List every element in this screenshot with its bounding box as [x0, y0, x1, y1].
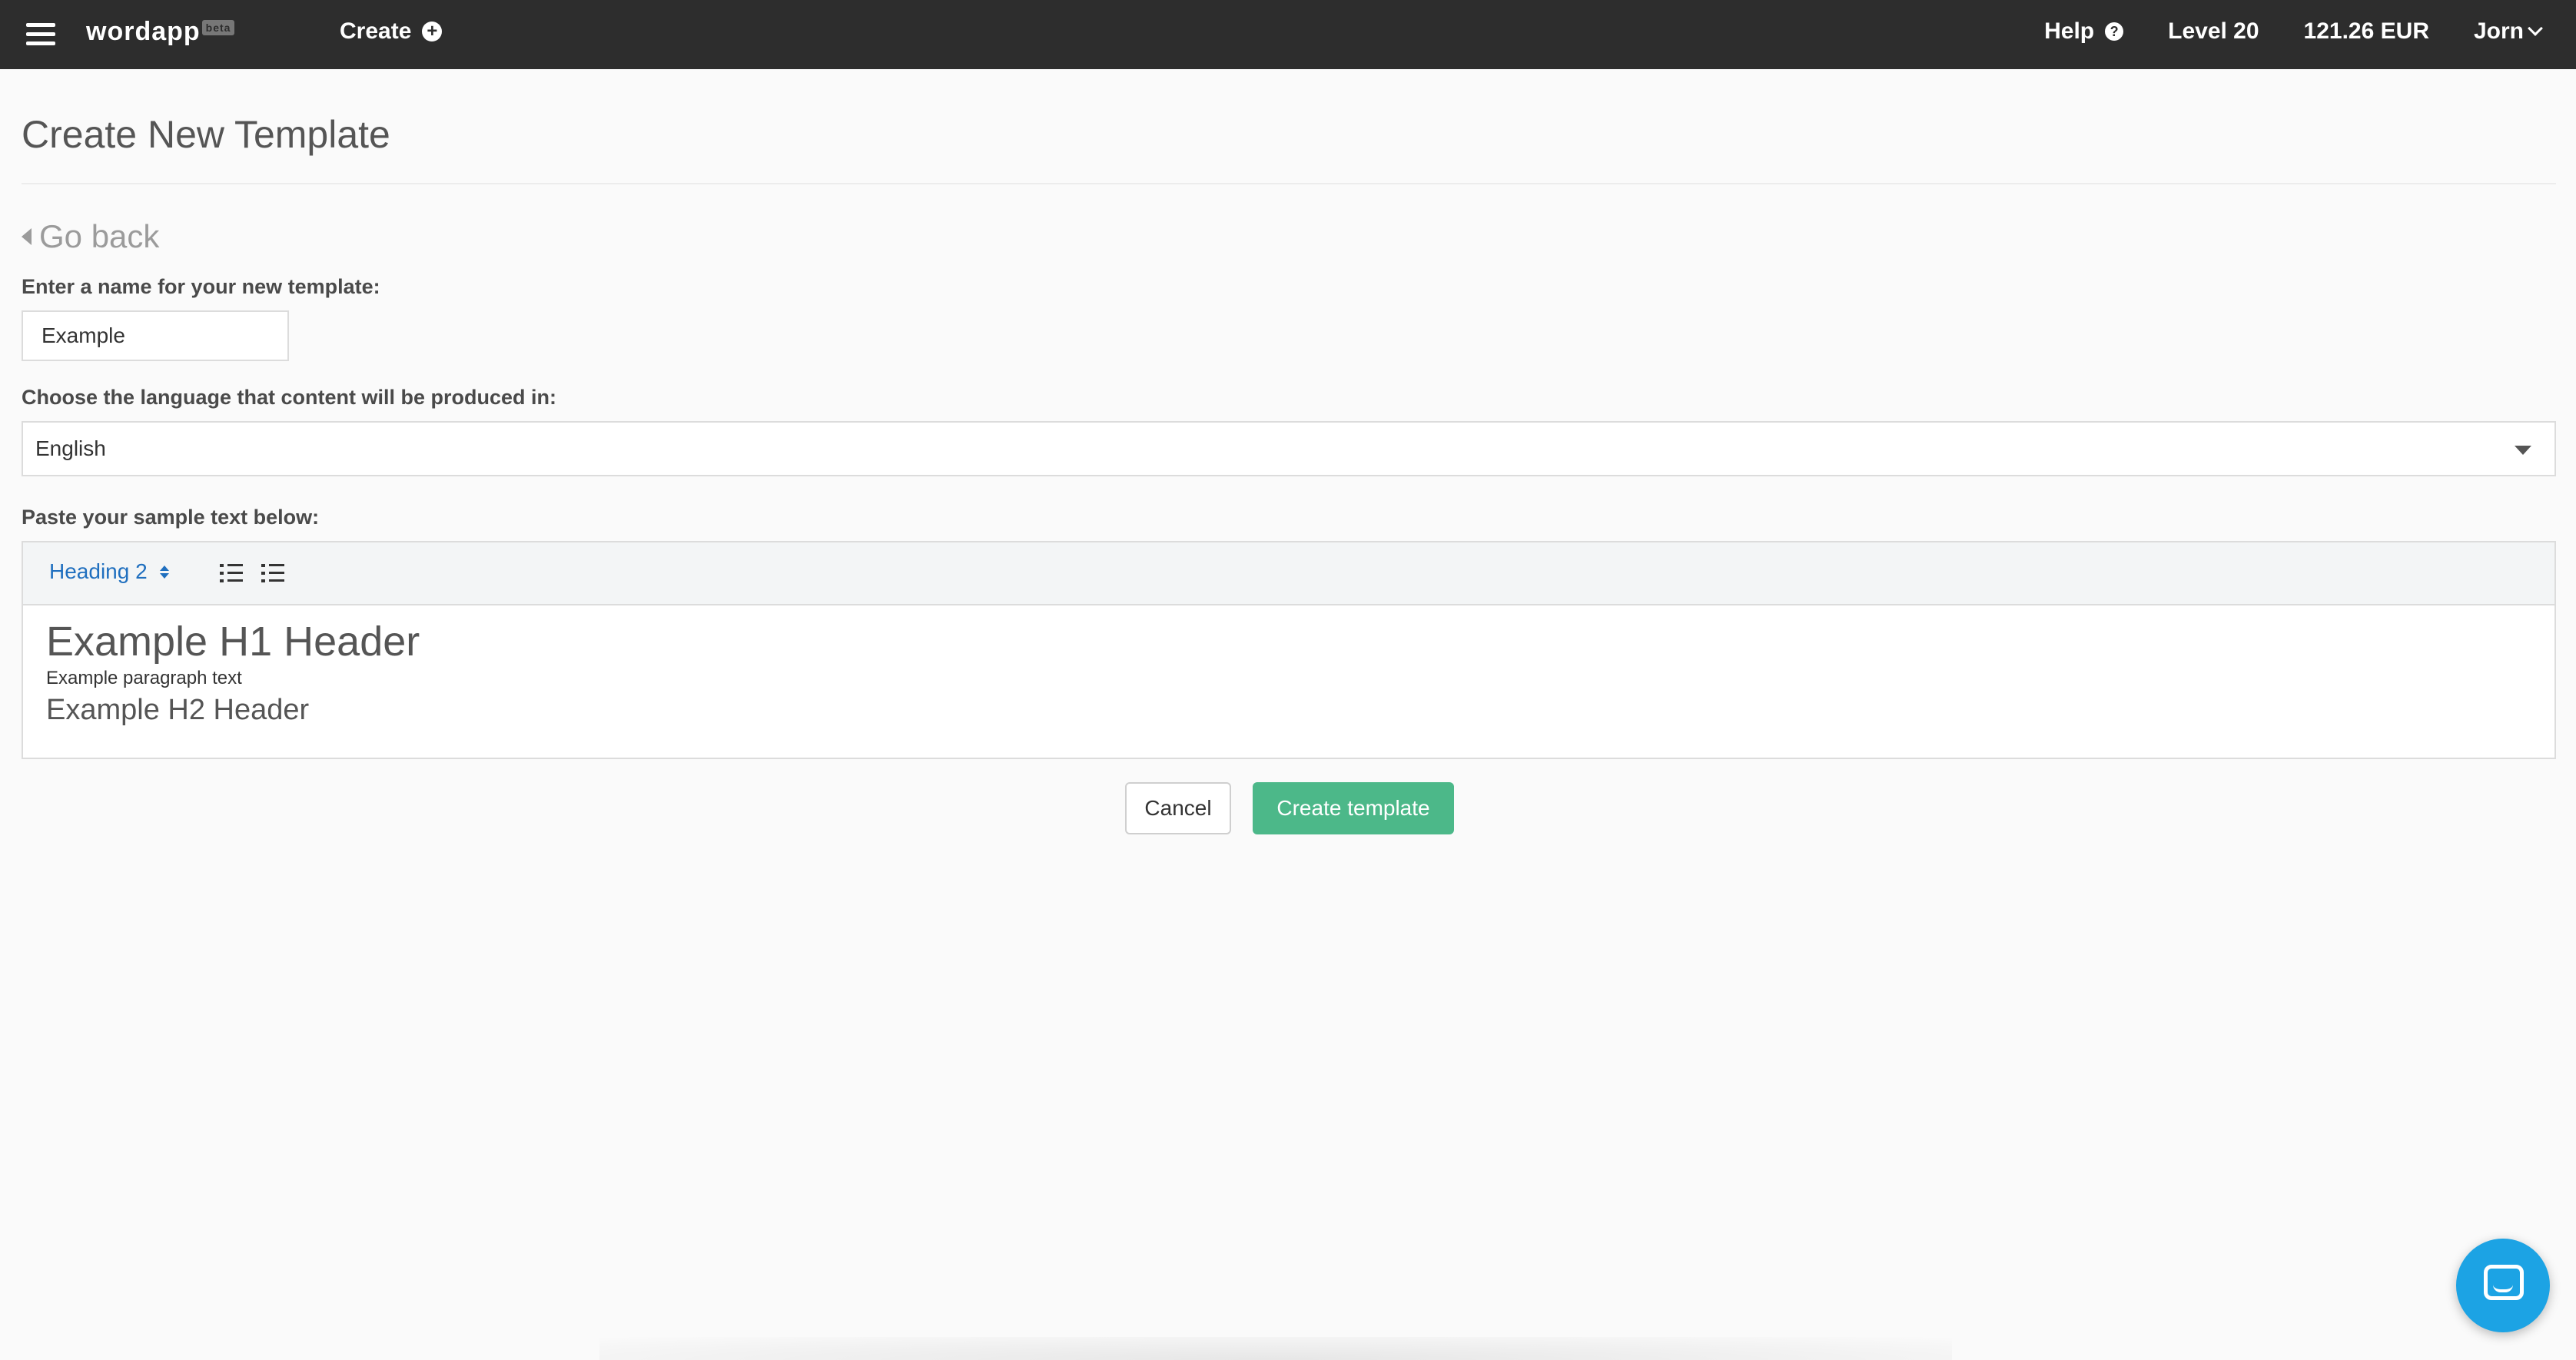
hamburger-menu-icon[interactable] [26, 22, 55, 46]
level-indicator[interactable]: Level 20 [2168, 18, 2259, 45]
balance-indicator[interactable]: 121.26 EUR [2304, 18, 2429, 45]
go-back-label: Go back [39, 218, 160, 254]
caret-down-icon [2515, 446, 2531, 455]
page-title: Create New Template [22, 113, 390, 156]
format-select[interactable]: Heading 2 [49, 559, 169, 584]
chat-launcher-button[interactable] [2456, 1239, 2550, 1332]
cancel-button[interactable]: Cancel [1125, 782, 1231, 834]
beta-badge: beta [201, 20, 235, 35]
unordered-list-icon[interactable] [261, 562, 284, 584]
user-menu[interactable]: Jorn [2473, 18, 2543, 45]
go-back-link[interactable]: Go back [22, 218, 159, 255]
brand-logo[interactable]: wordapp beta [86, 17, 235, 52]
editor-content-area[interactable]: Example H1 Header Example paragraph text… [23, 605, 2554, 741]
format-select-value: Heading 2 [49, 559, 148, 583]
title-divider [22, 183, 2556, 184]
balance-label: 121.26 EUR [2303, 18, 2429, 44]
up-down-arrows-icon [159, 565, 169, 579]
plus-circle-icon: + [422, 22, 443, 41]
editor-toolbar: Heading 2 [23, 542, 2554, 605]
language-select[interactable]: English [22, 421, 2556, 476]
template-name-input[interactable] [22, 310, 289, 361]
editor-paragraph: Example paragraph text [46, 668, 242, 689]
language-selected-value: English [35, 436, 106, 460]
brand-name: wordapp [86, 17, 201, 46]
create-menu-button[interactable]: Create + [340, 18, 443, 45]
help-link[interactable]: Help ? [2044, 18, 2124, 45]
template-name-label: Enter a name for your new template: [22, 275, 380, 298]
sample-text-label: Paste your sample text below: [22, 506, 320, 529]
top-nav-bar: wordapp beta Create + Help ? Level 20 121… [0, 0, 2576, 69]
editor-h2: Example H2 Header [46, 694, 310, 727]
ordered-list-icon[interactable] [220, 562, 243, 584]
language-label: Choose the language that content will be… [22, 386, 557, 409]
editor-h1: Example H1 Header [46, 619, 420, 665]
help-label: Help [2044, 18, 2095, 44]
chat-icon [2484, 1265, 2524, 1300]
chevron-down-icon [2528, 21, 2543, 36]
create-template-button[interactable]: Create template [1253, 782, 1454, 834]
rich-text-editor: Heading 2 Example H1 Header Example para… [22, 541, 2556, 759]
nav-right-group: Help ? Level 20 121.26 EUR Jorn [2000, 18, 2543, 45]
help-circle-icon: ? [2105, 22, 2124, 41]
caret-left-icon [22, 228, 32, 245]
level-label: Level 20 [2168, 18, 2259, 44]
create-menu-label: Create [340, 18, 412, 44]
user-name: Jorn [2473, 18, 2524, 44]
bottom-shadow [599, 1337, 1952, 1360]
